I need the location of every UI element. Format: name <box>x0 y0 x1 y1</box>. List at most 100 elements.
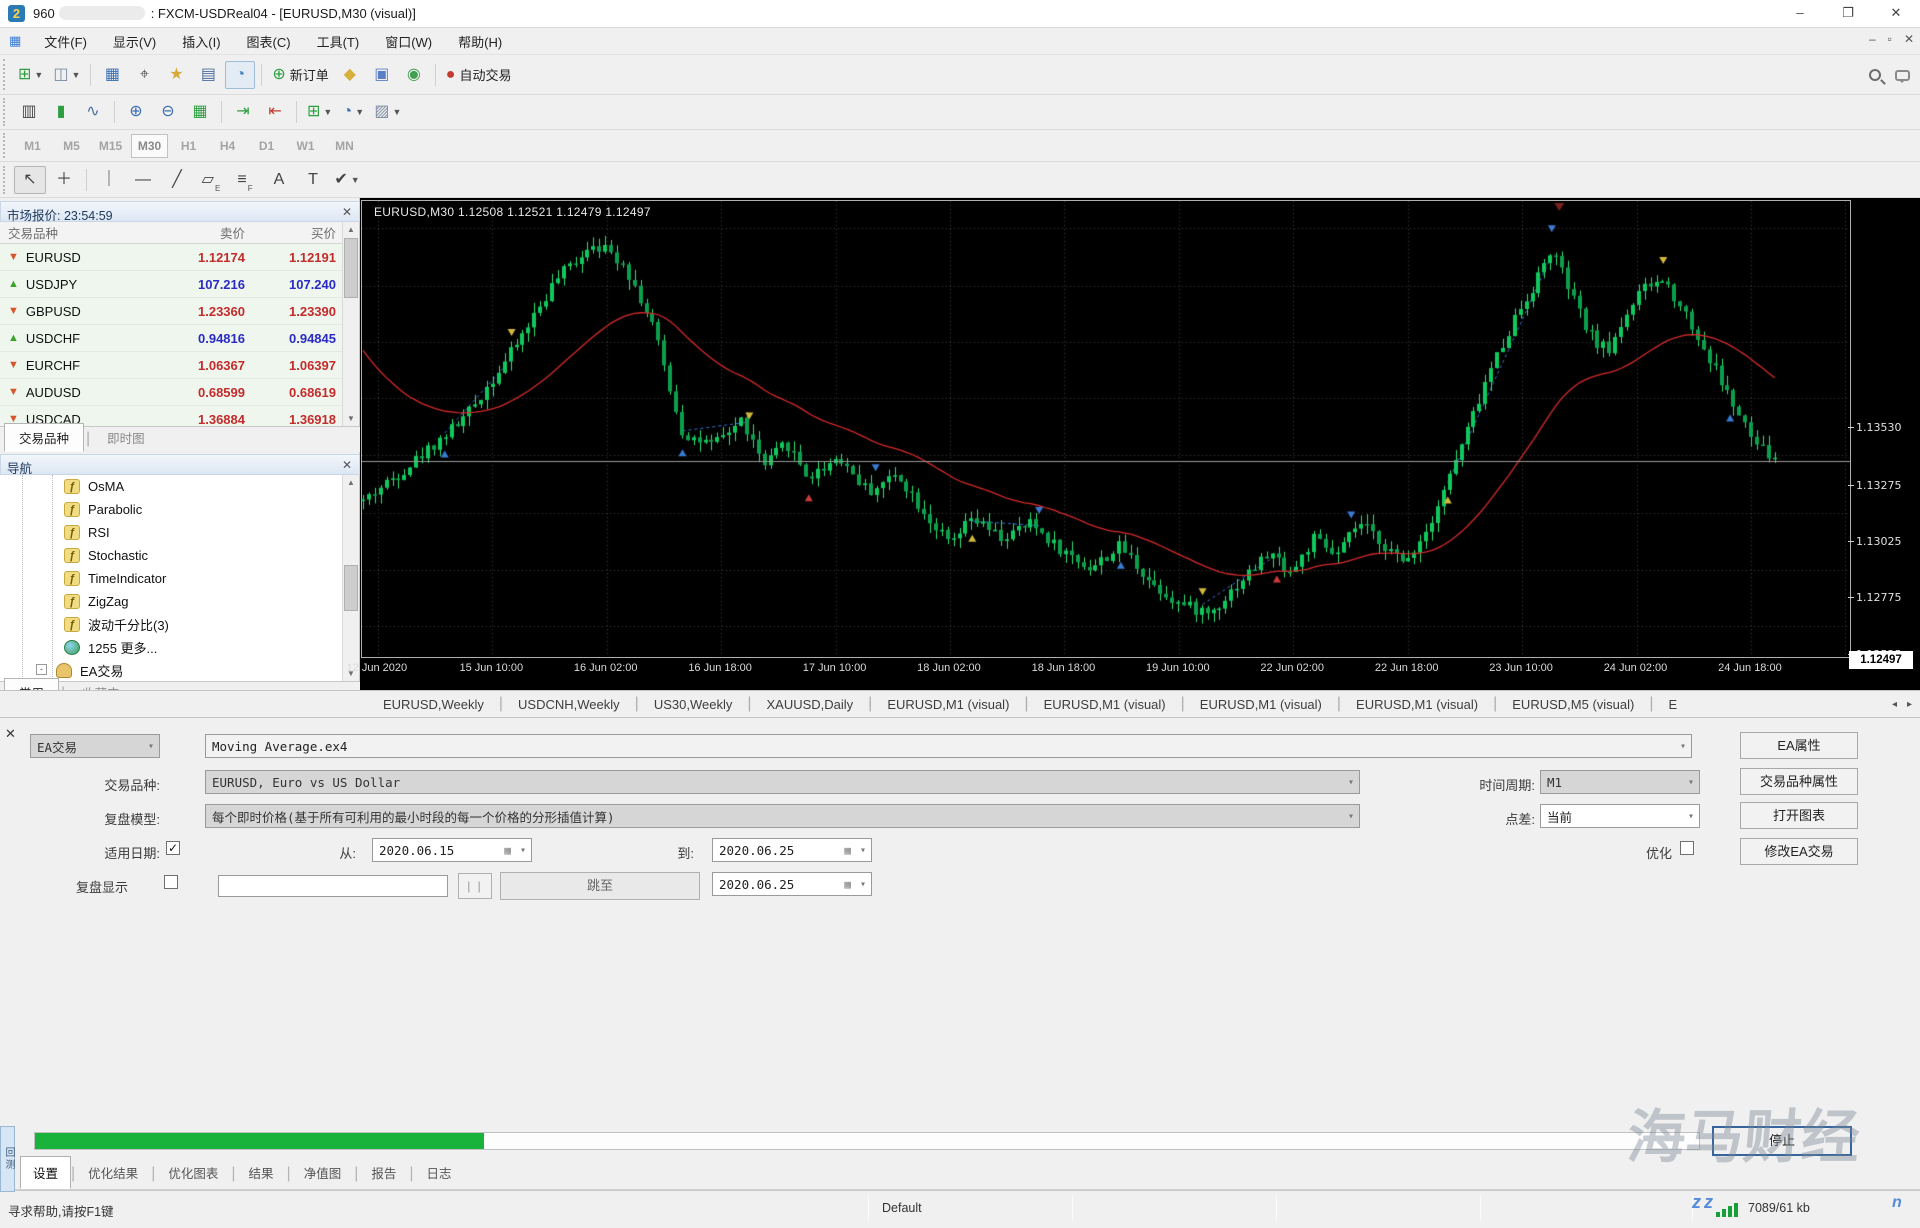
menu-item-显示V[interactable]: 显示(V) <box>100 28 169 55</box>
ea-type-select[interactable]: EA交易▾ <box>30 734 160 758</box>
menu-item-图表C[interactable]: 图表(C) <box>234 28 304 55</box>
skip-date-input[interactable]: 2020.06.25▦▾ <box>712 872 872 896</box>
child-restore-icon[interactable]: ▫ <box>1888 32 1892 46</box>
visual-mode-checkbox[interactable] <box>164 875 178 889</box>
status-profile[interactable]: Default <box>882 1201 922 1215</box>
tree-expander-icon[interactable]: - <box>36 664 47 675</box>
templates-button[interactable]: ▨▼ <box>370 98 405 126</box>
cursor-button[interactable]: ↖ <box>14 166 46 194</box>
navigator-item-osma[interactable]: ƒOsMA <box>0 475 342 498</box>
terminal-button[interactable]: ▤ <box>193 61 223 89</box>
chart-tab-3[interactable]: US30,Weekly <box>639 692 748 717</box>
scrollbar-thumb[interactable] <box>344 238 358 298</box>
zoom-in-button[interactable]: ⊕ <box>121 98 151 126</box>
scrollbar-thumb[interactable] <box>344 565 358 611</box>
tile-windows-button[interactable]: ▦ <box>185 98 215 126</box>
chart-tab-2[interactable]: USDCNH,Weekly <box>503 692 635 717</box>
tester-tab-结果[interactable]: 结果 <box>236 1156 287 1189</box>
navigator-item-1255[interactable]: 1255 更多... <box>0 636 342 659</box>
market-watch-tab-1[interactable]: 交易品种 <box>4 423 84 452</box>
timeframe-mn-button[interactable]: MN <box>326 134 363 158</box>
navigator-item-stochastic[interactable]: ƒStochastic <box>0 544 342 567</box>
stop-button[interactable]: 停止 <box>1712 1126 1852 1156</box>
toolbar-grip[interactable] <box>3 133 8 158</box>
tester-tab-优化图表[interactable]: 优化图表 <box>155 1156 231 1189</box>
chart-tab-1[interactable]: EURUSD,Weekly <box>368 692 499 717</box>
chevron-down-icon[interactable]: ▼ <box>351 175 360 185</box>
navigator-item-timeindicator[interactable]: ƒTimeIndicator <box>0 567 342 590</box>
tabs-scroll-left-icon[interactable]: ◂ <box>1892 699 1897 710</box>
candlestick-button[interactable]: ▮ <box>46 98 76 126</box>
tester-tab-报告[interactable]: 报告 <box>358 1156 409 1189</box>
symbol-select[interactable]: EURUSD, Euro vs US Dollar▾ <box>205 770 1360 794</box>
metaquotes-button[interactable]: ▣ <box>367 61 397 89</box>
trendline-button[interactable]: ╱ <box>161 166 193 194</box>
scroll-up-icon[interactable]: ▲ <box>343 222 359 237</box>
child-close-icon[interactable]: ✕ <box>1904 32 1914 46</box>
fibonacci-button[interactable]: ≡F <box>229 166 261 194</box>
to-date-input[interactable]: 2020.06.25▦▾ <box>712 838 872 862</box>
side-vertical-tab[interactable]: 回测 <box>0 1126 15 1192</box>
optimize-checkbox[interactable] <box>1680 841 1694 855</box>
chart-tab-6[interactable]: EURUSD,M1 (visual) <box>1029 692 1181 717</box>
close-button[interactable]: ✕ <box>1872 0 1920 28</box>
menu-item-帮助H[interactable]: 帮助(H) <box>445 28 515 55</box>
spread-select[interactable]: 当前▾ <box>1540 804 1700 828</box>
symbol-properties-button[interactable]: 交易品种属性 <box>1740 768 1858 795</box>
timeframe-m1-button[interactable]: M1 <box>14 134 51 158</box>
tester-close-icon[interactable]: ✕ <box>5 726 16 742</box>
symbol-column-header[interactable]: 交易品种 <box>0 223 155 242</box>
chart-tab-5[interactable]: EURUSD,M1 (visual) <box>872 692 1024 717</box>
autotrading-button[interactable]: ●自动交易 <box>442 61 516 89</box>
open-chart-button[interactable]: 打开图表 <box>1740 802 1858 829</box>
tester-tab-净值图[interactable]: 净值图 <box>291 1156 355 1189</box>
tabs-scroll-right-icon[interactable]: ▸ <box>1907 699 1912 710</box>
chart-tab-8[interactable]: EURUSD,M1 (visual) <box>1341 692 1493 717</box>
menu-item-文件F[interactable]: 文件(F) <box>31 28 100 55</box>
toolbar-grip[interactable] <box>3 98 8 125</box>
navigator-scrollbar[interactable]: ▲ ▼ <box>342 475 359 681</box>
chevron-down-icon[interactable]: ▼ <box>34 70 43 80</box>
menu-item-窗口W[interactable]: 窗口(W) <box>372 28 445 55</box>
navigator-item-rsi[interactable]: ƒRSI <box>0 521 342 544</box>
bar-chart-button[interactable]: ▥ <box>14 98 44 126</box>
visual-speed-slider[interactable] <box>218 875 448 897</box>
tester-tab-设置[interactable]: 设置 <box>20 1156 71 1189</box>
chart-tab-9[interactable]: EURUSD,M5 (visual) <box>1497 692 1649 717</box>
period-select[interactable]: M1▾ <box>1540 770 1700 794</box>
navigator-item-3[interactable]: ƒ波动千分比(3) <box>0 613 342 636</box>
text-button[interactable]: A <box>263 166 295 194</box>
data-window-button[interactable]: ⌖ <box>129 61 159 89</box>
new-chart-button[interactable]: ⊞▼ <box>14 61 47 89</box>
tester-tab-优化结果[interactable]: 优化结果 <box>75 1156 151 1189</box>
line-chart-button[interactable]: ∿ <box>78 98 108 126</box>
ask-column-header[interactable]: 买价 <box>255 223 340 242</box>
pause-button[interactable]: | | <box>458 873 492 899</box>
market-watch-row-gbpusd[interactable]: ▼GBPUSD1.233601.23390 <box>0 298 342 325</box>
restore-button[interactable]: ❐ <box>1824 0 1872 28</box>
chart-tab-7[interactable]: EURUSD,M1 (visual) <box>1185 692 1337 717</box>
indicators-button[interactable]: ⊞▼ <box>303 98 336 126</box>
chart-tab-10[interactable]: E <box>1654 692 1693 717</box>
child-minimize-icon[interactable]: – <box>1869 32 1876 46</box>
profiles-button[interactable]: ◫▼ <box>49 61 84 89</box>
use-date-checkbox[interactable]: ✓ <box>166 841 180 855</box>
market-watch-scrollbar[interactable]: ▲ ▼ <box>342 222 359 426</box>
market-watch-close-icon[interactable]: ✕ <box>342 205 352 219</box>
chevron-down-icon[interactable]: ▼ <box>355 107 364 117</box>
horizontal-line-button[interactable]: — <box>127 166 159 194</box>
model-select[interactable]: 每个即时价格(基于所有可利用的最小时段的每一个价格的分形插值计算)▾ <box>205 804 1360 828</box>
timeframe-h1-button[interactable]: H1 <box>170 134 207 158</box>
timeframe-h4-button[interactable]: H4 <box>209 134 246 158</box>
chevron-down-icon[interactable]: ▼ <box>71 70 80 80</box>
new-order-button[interactable]: ⊕新订单 <box>268 61 332 89</box>
market-watch-row-usdchf[interactable]: ▲USDCHF0.948160.94845 <box>0 325 342 352</box>
auto-scroll-button[interactable]: ⇥ <box>228 98 258 126</box>
market-watch-row-audusd[interactable]: ▼AUDUSD0.685990.68619 <box>0 379 342 406</box>
price-chart-canvas[interactable] <box>361 200 1851 658</box>
timeframe-m15-button[interactable]: M15 <box>92 134 129 158</box>
tester-tab-日志[interactable]: 日志 <box>414 1156 465 1189</box>
broadcast-button[interactable]: ◉ <box>399 61 429 89</box>
periods-button[interactable]: ◔▼ <box>338 98 368 126</box>
chart-shift-button[interactable]: ⇤ <box>260 98 290 126</box>
